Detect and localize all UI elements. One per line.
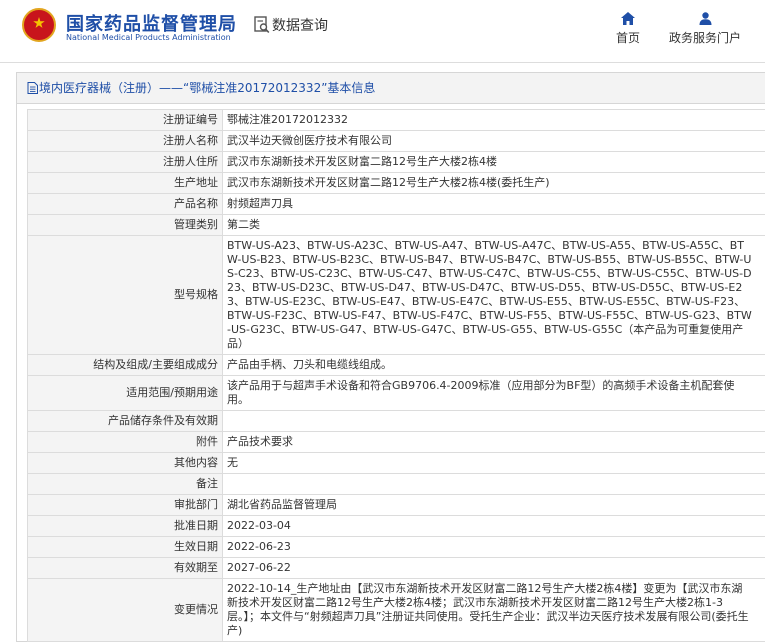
field-label: 产品储存条件及有效期 xyxy=(28,411,223,432)
registration-info-table: 注册证编号鄂械注准20172012332 注册人名称武汉半边天微创医疗技术有限公… xyxy=(27,109,765,642)
table-row: 其他内容无 xyxy=(28,453,765,474)
field-value xyxy=(223,474,765,495)
field-value: 2022-03-04 xyxy=(223,516,765,537)
field-label: 生效日期 xyxy=(28,537,223,558)
field-value: 无 xyxy=(223,453,765,474)
table-row: 适用范围/预期用途该产品用于与超声手术设备和符合GB9706.4-2009标准（… xyxy=(28,376,765,411)
field-label: 有效期至 xyxy=(28,558,223,579)
field-label: 生产地址 xyxy=(28,173,223,194)
site-header: 国家药品监督管理局 National Medical Products Admi… xyxy=(0,0,765,62)
field-value: 鄂械注准20172012332 xyxy=(223,110,765,131)
field-value: 2027-06-22 xyxy=(223,558,765,579)
field-label: 其他内容 xyxy=(28,453,223,474)
table-row: 注册人名称武汉半边天微创医疗技术有限公司 xyxy=(28,131,765,152)
field-label: 备注 xyxy=(28,474,223,495)
nav-home-label: 首页 xyxy=(616,31,640,45)
field-value: 第二类 xyxy=(223,215,765,236)
table-row: 批准日期2022-03-04 xyxy=(28,516,765,537)
document-icon xyxy=(27,82,38,94)
field-label: 结构及组成/主要组成成分 xyxy=(28,355,223,376)
field-label: 注册证编号 xyxy=(28,110,223,131)
table-row: 变更情况2022-10-14_生产地址由【武汉市东湖新技术开发区财富二路12号生… xyxy=(28,579,765,642)
field-value: BTW-US-A23、BTW-US-A23C、BTW-US-A47、BTW-US… xyxy=(223,236,765,355)
site-name-en: National Medical Products Administration xyxy=(66,33,231,42)
field-value: 湖北省药品监督管理局 xyxy=(223,495,765,516)
table-row: 附件产品技术要求 xyxy=(28,432,765,453)
field-label: 管理类别 xyxy=(28,215,223,236)
table-row: 生效日期2022-06-23 xyxy=(28,537,765,558)
breadcrumb-text: 境内医疗器械（注册）——“鄂械注准20172012332”基本信息 xyxy=(39,73,375,103)
table-row: 生产地址武汉市东湖新技术开发区财富二路12号生产大楼2栋4楼(委托生产) xyxy=(28,173,765,194)
field-label: 注册人住所 xyxy=(28,152,223,173)
field-value: 2022-06-23 xyxy=(223,537,765,558)
nav-service-portal-label: 政务服务门户 xyxy=(669,31,741,45)
field-label: 型号规格 xyxy=(28,236,223,355)
table-row: 管理类别第二类 xyxy=(28,215,765,236)
field-label: 产品名称 xyxy=(28,194,223,215)
user-icon xyxy=(699,12,712,25)
table-row: 型号规格BTW-US-A23、BTW-US-A23C、BTW-US-A47、BT… xyxy=(28,236,765,355)
field-label: 附件 xyxy=(28,432,223,453)
field-label: 适用范围/预期用途 xyxy=(28,376,223,411)
field-value: 武汉半边天微创医疗技术有限公司 xyxy=(223,131,765,152)
detail-panel: 境内医疗器械（注册）——“鄂械注准20172012332”基本信息 注册证编号鄂… xyxy=(16,72,765,642)
data-query-link[interactable]: 数据查询 xyxy=(272,15,328,35)
table-row: 结构及组成/主要组成成分产品由手柄、刀头和电缆线组成。 xyxy=(28,355,765,376)
header-divider xyxy=(0,62,765,63)
national-emblem-logo[interactable] xyxy=(22,8,56,42)
table-row: 产品名称射频超声刀具 xyxy=(28,194,765,215)
table-row: 备注 xyxy=(28,474,765,495)
field-value: 射频超声刀具 xyxy=(223,194,765,215)
table-row: 产品储存条件及有效期 xyxy=(28,411,765,432)
field-value: 2022-10-14_生产地址由【武汉市东湖新技术开发区财富二路12号生产大楼2… xyxy=(223,579,765,642)
breadcrumb: 境内医疗器械（注册）——“鄂械注准20172012332”基本信息 xyxy=(17,73,765,104)
field-value xyxy=(223,411,765,432)
field-label: 变更情况 xyxy=(28,579,223,642)
table-row: 审批部门湖北省药品监督管理局 xyxy=(28,495,765,516)
table-row: 注册证编号鄂械注准20172012332 xyxy=(28,110,765,131)
field-label: 批准日期 xyxy=(28,516,223,537)
field-value: 该产品用于与超声手术设备和符合GB9706.4-2009标准（应用部分为BF型）… xyxy=(223,376,765,411)
table-row: 注册人住所武汉市东湖新技术开发区财富二路12号生产大楼2栋4楼 xyxy=(28,152,765,173)
field-label: 注册人名称 xyxy=(28,131,223,152)
field-value: 产品由手柄、刀头和电缆线组成。 xyxy=(223,355,765,376)
home-icon xyxy=(621,12,635,25)
field-value: 武汉市东湖新技术开发区财富二路12号生产大楼2栋4楼(委托生产) xyxy=(223,173,765,194)
field-value: 产品技术要求 xyxy=(223,432,765,453)
data-query-icon[interactable] xyxy=(254,16,270,34)
field-value: 武汉市东湖新技术开发区财富二路12号生产大楼2栋4楼 xyxy=(223,152,765,173)
table-row: 有效期至2027-06-22 xyxy=(28,558,765,579)
field-label: 审批部门 xyxy=(28,495,223,516)
nav-service-portal-link[interactable]: 政务服务门户 xyxy=(664,12,746,46)
nav-home-link[interactable]: 首页 xyxy=(612,12,644,46)
